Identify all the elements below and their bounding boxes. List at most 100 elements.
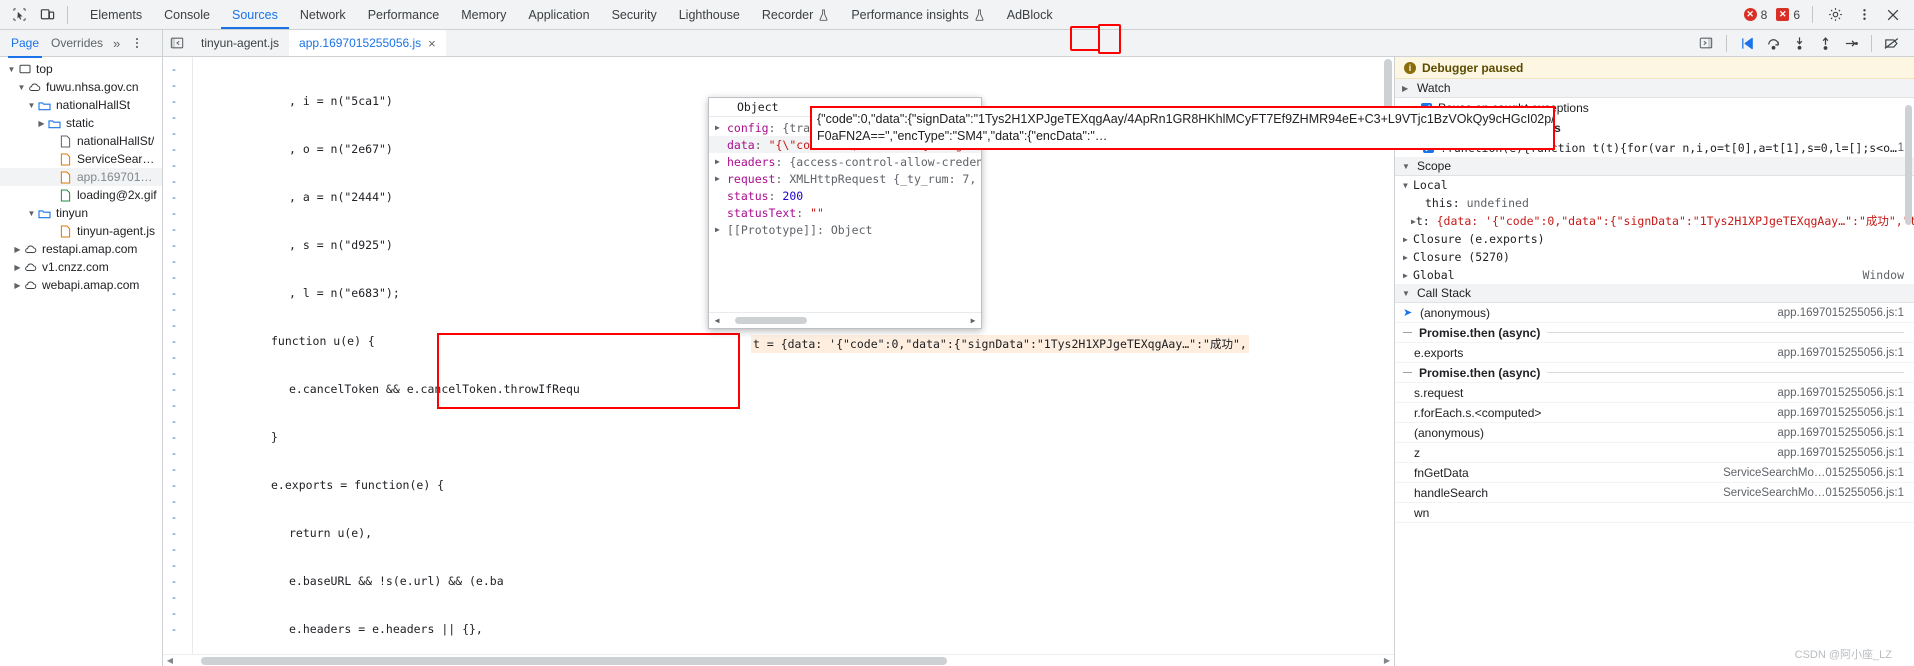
tree-item-loading-gif[interactable]: loading@2x.gif	[0, 186, 162, 204]
tab-application[interactable]: Application	[517, 0, 600, 29]
scope-section-header[interactable]: ▼ Scope	[1395, 157, 1914, 176]
call-stack-frame[interactable]: wn	[1395, 503, 1914, 523]
collapse-navigator-icon[interactable]	[163, 30, 191, 56]
twisty-icon[interactable]: ▼	[1402, 162, 1412, 171]
tree-item-nationalhallst-doc[interactable]: nationalHallSt/	[0, 132, 162, 150]
tab-lighthouse[interactable]: Lighthouse	[668, 0, 751, 29]
scroll-left-icon[interactable]: ◀	[709, 316, 725, 325]
scrollbar-thumb[interactable]	[734, 317, 807, 324]
scroll-left-icon[interactable]: ◀	[163, 656, 177, 665]
navigator-kebab-icon[interactable]	[125, 36, 149, 50]
close-tab-icon[interactable]: ×	[428, 36, 436, 51]
expand-arrow-icon[interactable]: ▶	[715, 174, 727, 183]
scope-entry-global[interactable]: ▶ Global Window	[1395, 266, 1914, 284]
twisty-icon[interactable]: ▶	[12, 263, 23, 272]
tree-item-nationalhallst-folder[interactable]: ▼ nationalHallSt	[0, 96, 162, 114]
twisty-icon[interactable]: ▼	[26, 101, 37, 110]
tab-network[interactable]: Network	[289, 0, 357, 29]
scroll-right-icon[interactable]: ▶	[1380, 656, 1394, 665]
object-property-row[interactable]: ▶ [[Prototype]]: Object	[709, 221, 981, 238]
tree-item-tinyun-folder[interactable]: ▼ tinyun	[0, 204, 162, 222]
scrollbar-thumb[interactable]	[201, 656, 947, 665]
nav-tab-page[interactable]: Page	[6, 34, 44, 58]
expand-arrow-icon[interactable]: ▶	[715, 157, 727, 166]
call-stack-frame[interactable]: z app.1697015255056.js:1	[1395, 443, 1914, 463]
tree-item-servicesearchmod[interactable]: ServiceSearchMod	[0, 150, 162, 168]
object-property-row[interactable]: statusText: ""	[709, 204, 981, 221]
twisty-icon[interactable]: ▶	[1403, 235, 1413, 244]
step-over-next-function-call-icon[interactable]	[1761, 32, 1785, 54]
object-property-row[interactable]: ▶ request: XMLHttpRequest {_ty_rum: 7,	[709, 170, 981, 187]
issues-count-badge[interactable]: ✕ 6	[1773, 8, 1803, 22]
tab-elements[interactable]: Elements	[79, 0, 153, 29]
scope-entry-this[interactable]: this: undefined	[1395, 194, 1914, 212]
tree-item-static[interactable]: ▶ static	[0, 114, 162, 132]
nav-tab-overrides[interactable]: Overrides	[46, 34, 108, 52]
call-stack-frame[interactable]: r.forEach.s.<computed> app.1697015255056…	[1395, 403, 1914, 423]
tree-item-app-js[interactable]: app.16970152550	[0, 168, 162, 186]
tab-sources[interactable]: Sources	[220, 0, 289, 29]
resume-script-execution-icon[interactable]	[1735, 32, 1759, 54]
scope-entry-closure-5270[interactable]: ▶ Closure (5270)	[1395, 248, 1914, 266]
twisty-icon[interactable]: ▶	[12, 281, 23, 290]
twisty-icon[interactable]: ▶	[36, 119, 47, 128]
error-count-badge[interactable]: ✕ 8	[1741, 8, 1771, 22]
gear-icon[interactable]	[1822, 2, 1848, 28]
kebab-menu-icon[interactable]	[1851, 2, 1877, 28]
twisty-icon[interactable]: ▼	[1402, 289, 1412, 298]
scrollbar-thumb[interactable]	[1384, 59, 1392, 113]
tab-memory[interactable]: Memory	[450, 0, 517, 29]
twisty-icon[interactable]: ▶	[12, 245, 23, 254]
object-property-row[interactable]: status: 200	[709, 187, 981, 204]
watch-section-header[interactable]: ▶ Watch	[1395, 79, 1914, 98]
object-popup-scrollbar[interactable]: ◀ ▶	[709, 312, 981, 328]
step-into-next-function-call-icon[interactable]	[1787, 32, 1811, 54]
twisty-icon[interactable]: ▶	[1403, 253, 1413, 262]
debugger-scrollbar[interactable]	[1903, 79, 1914, 666]
scrollbar-track[interactable]	[725, 317, 965, 324]
scrollbar-thumb[interactable]	[1905, 105, 1912, 225]
call-stack-frame[interactable]: s.request app.1697015255056.js:1	[1395, 383, 1914, 403]
line-number-gutter[interactable]	[185, 57, 193, 654]
editor-horizontal-scrollbar[interactable]: ◀ ▶	[163, 654, 1394, 666]
twisty-icon[interactable]: ▼	[26, 209, 37, 218]
tab-adblock[interactable]: AdBlock	[996, 0, 1064, 29]
scope-entry-closure-exports[interactable]: ▶ Closure (e.exports)	[1395, 230, 1914, 248]
twisty-icon[interactable]: ▼	[6, 65, 17, 74]
step-out-of-current-function-icon[interactable]	[1813, 32, 1837, 54]
tab-recorder[interactable]: Recorder	[751, 0, 840, 29]
call-stack-frame[interactable]: handleSearch ServiceSearchMo…015255056.j…	[1395, 483, 1914, 503]
expand-arrow-icon[interactable]: ▶	[715, 123, 727, 132]
collapse-debugger-sidebar-icon[interactable]	[1694, 32, 1718, 54]
call-stack-frame[interactable]: fnGetData ServiceSearchMo…015255056.js:1	[1395, 463, 1914, 483]
scope-entry-t[interactable]: ▶ t: {data: '{"code":0,"data":{"signData…	[1395, 212, 1914, 230]
deactivate-breakpoints-icon[interactable]	[1880, 32, 1904, 54]
step-icon[interactable]	[1839, 32, 1863, 54]
editor-tab-app-js[interactable]: app.1697015255056.js ×	[289, 30, 446, 56]
tree-item-fuwu-nhsa-gov-cn[interactable]: ▼ fuwu.nhsa.gov.cn	[0, 78, 162, 96]
twisty-icon[interactable]: ▶	[1403, 271, 1413, 280]
twisty-icon[interactable]: ▼	[16, 83, 27, 92]
device-toolbar-icon[interactable]	[34, 2, 60, 28]
twisty-icon[interactable]: ▶	[1402, 84, 1412, 93]
more-tabs-icon[interactable]: »	[110, 36, 123, 51]
tab-console[interactable]: Console	[153, 0, 221, 29]
twisty-icon[interactable]: ▼	[1403, 181, 1413, 190]
editor-tab-tinyun-agent[interactable]: tinyun-agent.js	[191, 30, 289, 56]
object-property-row[interactable]: ▶ headers: {access-control-allow-credent…	[709, 153, 981, 170]
tab-security[interactable]: Security	[601, 0, 668, 29]
call-stack-section-header[interactable]: ▼ Call Stack	[1395, 284, 1914, 303]
tab-performance-insights[interactable]: Performance insights	[840, 0, 995, 29]
expand-arrow-icon[interactable]: ▶	[715, 225, 727, 234]
inspect-element-icon[interactable]	[6, 2, 32, 28]
tab-performance[interactable]: Performance	[357, 0, 451, 29]
scrollbar-track[interactable]	[177, 656, 1380, 665]
tree-item-v1-cnzz-com[interactable]: ▶ v1.cnzz.com	[0, 258, 162, 276]
scroll-right-icon[interactable]: ▶	[965, 316, 981, 325]
scope-entry-local[interactable]: ▼ Local	[1395, 176, 1914, 194]
tree-item-top[interactable]: ▼ top	[0, 60, 162, 78]
call-stack-frame[interactable]: (anonymous) app.1697015255056.js:1	[1395, 423, 1914, 443]
tree-item-webapi-amap-com[interactable]: ▶ webapi.amap.com	[0, 276, 162, 294]
navigator-file-tree[interactable]: ▼ top ▼ fuwu.nhsa.gov.cn ▼ nationalHallS…	[0, 57, 163, 666]
close-icon[interactable]	[1880, 2, 1906, 28]
